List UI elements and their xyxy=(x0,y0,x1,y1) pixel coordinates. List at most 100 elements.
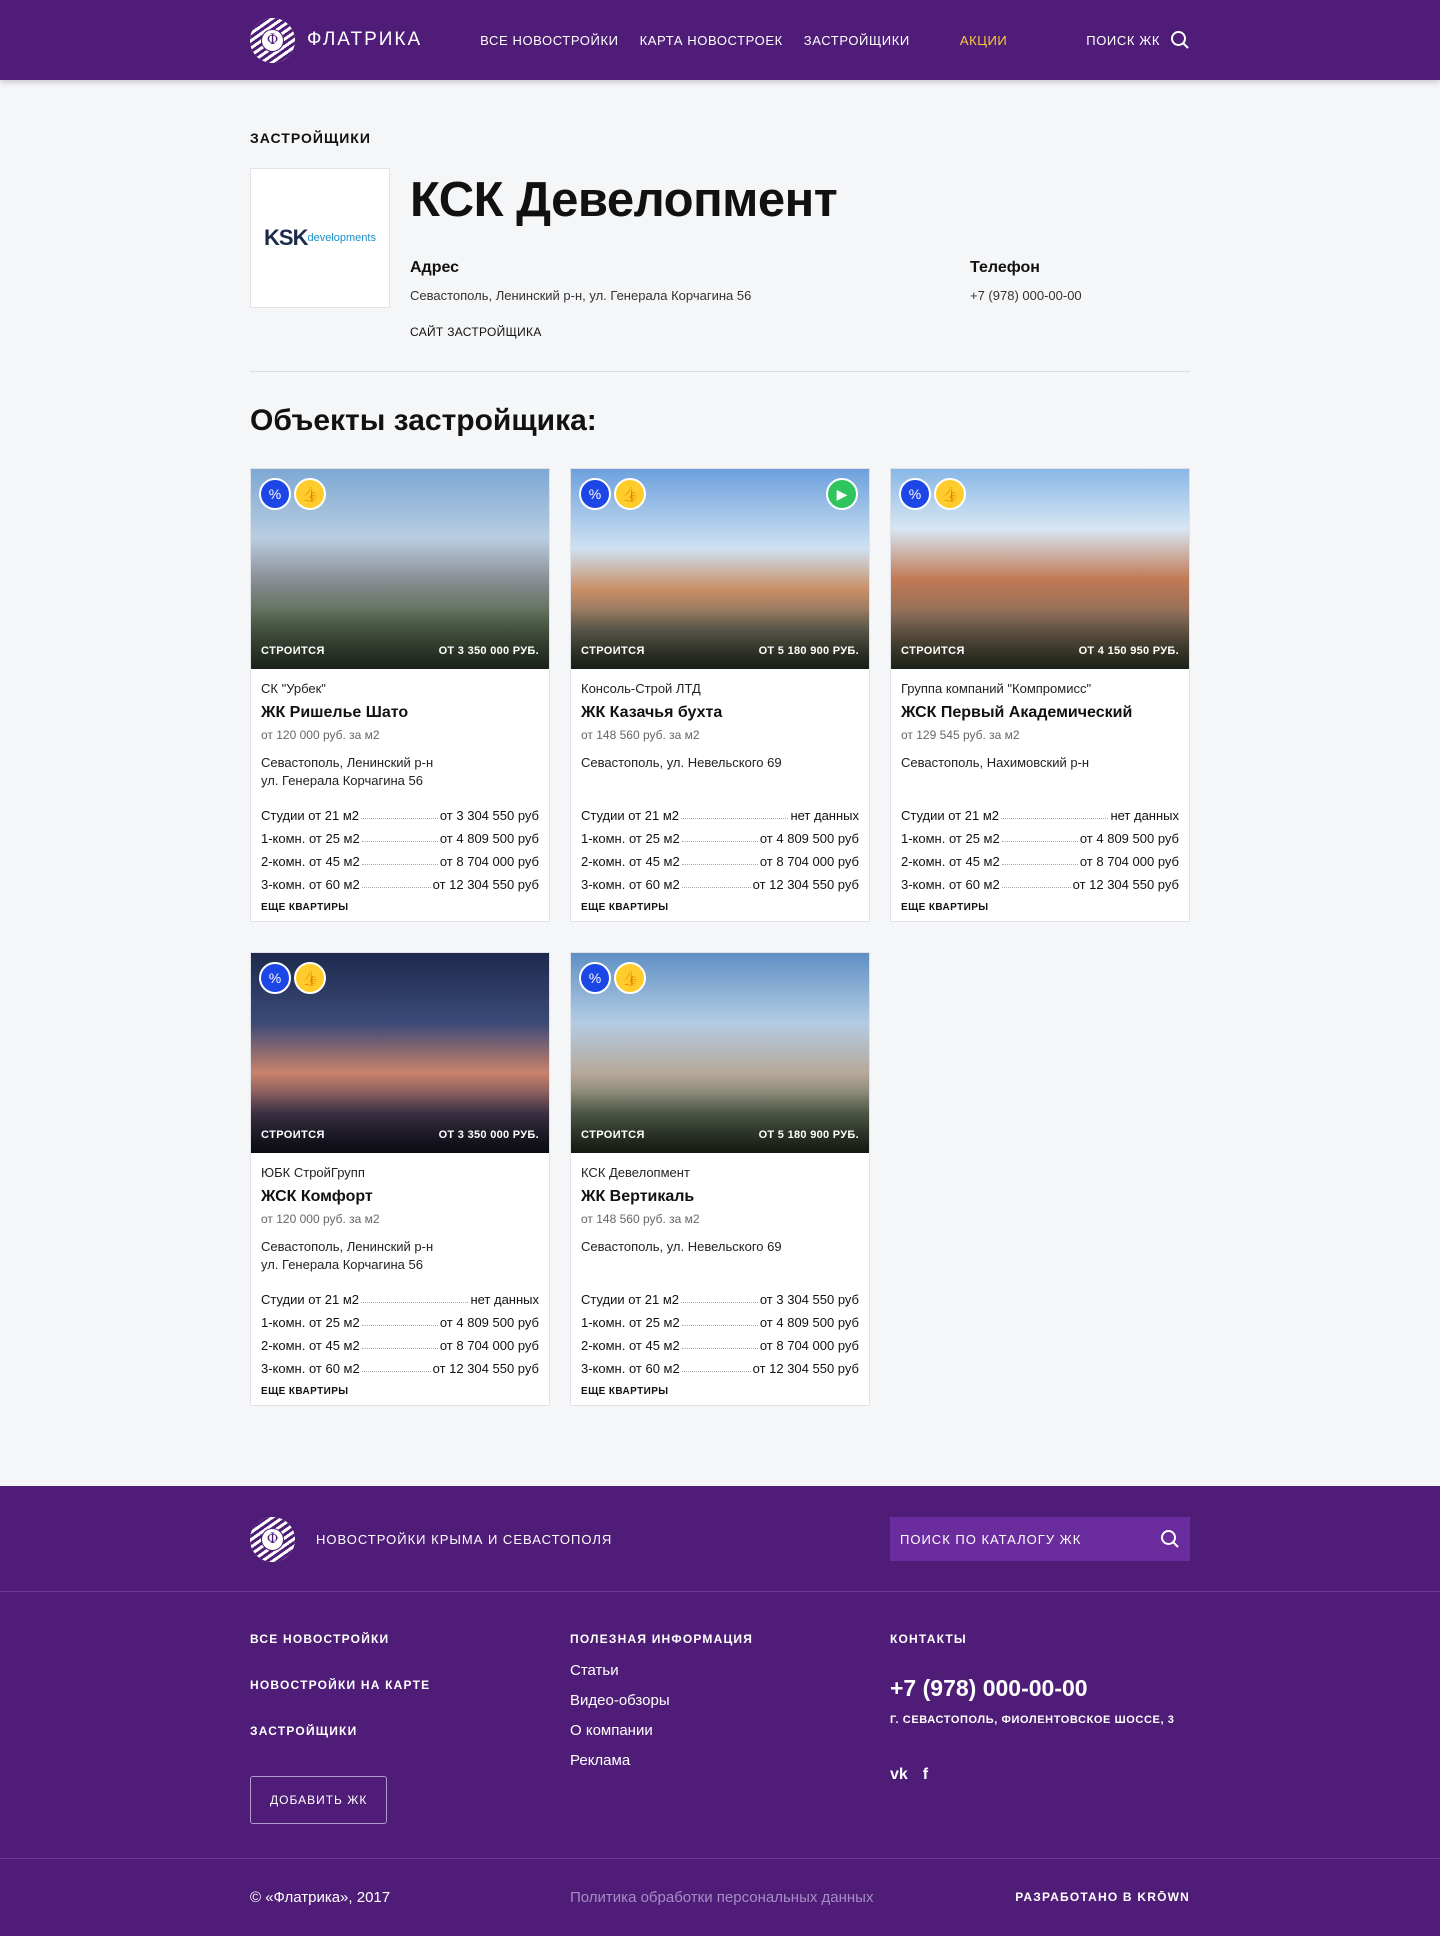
price-row: Студии от 21 м2 нет данных xyxy=(901,800,1179,823)
nav-developers[interactable]: ЗАСТРОЙЩИКИ xyxy=(804,33,910,48)
logo-text: ФЛАТРИКА xyxy=(307,29,423,50)
dotted-leader xyxy=(361,1325,438,1326)
object-card[interactable]: % 👍 СТРОИТСЯ ОТ 3 350 000 РУБ. СК "Урбек… xyxy=(250,468,550,922)
footer-link-articles[interactable]: Статьи xyxy=(570,1662,890,1679)
footer-link-all-buildings[interactable]: ВСЕ НОВОСТРОЙКИ xyxy=(250,1632,570,1646)
object-name[interactable]: ЖСК Комфорт xyxy=(261,1188,539,1206)
search-icon[interactable] xyxy=(1160,1529,1180,1549)
object-address: Севастополь, Нахимовский р-н xyxy=(901,755,1090,770)
apartment-type: 3-комн. от 60 м2 xyxy=(581,877,680,892)
object-developer: СК "Урбек" xyxy=(261,681,326,696)
price-row: 2-комн. от 45 м2 от 8 704 000 руб xyxy=(261,1330,539,1353)
object-photo[interactable]: % 👍 СТРОИТСЯ ОТ 5 180 900 РУБ. xyxy=(571,953,869,1153)
thumbs-up-icon[interactable]: 👍 xyxy=(294,962,326,994)
price-row: Студии от 21 м2 нет данных xyxy=(581,800,859,823)
object-name[interactable]: ЖК Казачья бухта xyxy=(581,704,859,722)
footer-link-about[interactable]: О компании xyxy=(570,1722,890,1739)
apartment-type: 1-комн. от 25 м2 xyxy=(261,831,360,846)
breadcrumb[interactable]: ЗАСТРОЙЩИКИ xyxy=(250,130,1190,146)
apartment-price: от 8 704 000 руб xyxy=(439,1338,539,1353)
object-photo[interactable]: % 👍 СТРОИТСЯ ОТ 3 350 000 РУБ. xyxy=(251,469,549,669)
object-photo[interactable]: % 👍 СТРОИТСЯ ОТ 3 350 000 РУБ. xyxy=(251,953,549,1153)
construction-status: СТРОИТСЯ xyxy=(901,645,965,657)
more-apartments-link[interactable]: ЕЩЕ КВАРТИРЫ xyxy=(261,902,539,913)
object-card[interactable]: % 👍 СТРОИТСЯ ОТ 3 350 000 РУБ. ЮБК Строй… xyxy=(250,952,550,1406)
developed-by-link[interactable]: РАЗРАБОТАНО В KRŌWN xyxy=(1015,1890,1190,1904)
footer-link-map[interactable]: НОВОСТРОЙКИ НА КАРТЕ xyxy=(250,1678,570,1692)
dotted-leader xyxy=(361,887,431,888)
discount-percent-icon[interactable]: % xyxy=(259,478,291,510)
price-row: 3-комн. от 60 м2 от 12 304 550 руб xyxy=(261,869,539,892)
apartment-type: 2-комн. от 45 м2 xyxy=(261,854,360,869)
object-card[interactable]: % 👍 ▶ СТРОИТСЯ ОТ 5 180 900 РУБ. Консоль… xyxy=(570,468,870,922)
object-developer: КСК Девелопмент xyxy=(581,1165,690,1180)
footer-link-videos[interactable]: Видео-обзоры xyxy=(570,1692,890,1709)
price-row: 1-комн. от 25 м2 от 4 809 500 руб xyxy=(901,823,1179,846)
footer: Ф НОВОСТРОЙКИ КРЫМА И СЕВАСТОПОЛЯ ПОИСК … xyxy=(0,1486,1440,1936)
more-apartments-link[interactable]: ЕЩЕ КВАРТИРЫ xyxy=(901,902,1179,913)
dotted-leader xyxy=(681,887,751,888)
object-name[interactable]: ЖК Вертикаль xyxy=(581,1188,859,1206)
nav-all-buildings[interactable]: ВСЕ НОВОСТРОЙКИ xyxy=(480,33,618,48)
construction-status: СТРОИТСЯ xyxy=(581,1129,645,1141)
footer-search-input[interactable]: ПОИСК ПО КАТАЛОГУ ЖК xyxy=(890,1517,1190,1561)
object-address: Севастополь, ул. Невельского 69 xyxy=(581,1239,782,1254)
object-card[interactable]: % 👍 СТРОИТСЯ ОТ 5 180 900 РУБ. КСК Девел… xyxy=(570,952,870,1406)
price-row: 1-комн. от 25 м2 от 4 809 500 руб xyxy=(581,1307,859,1330)
apartment-price: от 3 304 550 руб xyxy=(759,1292,859,1307)
object-name[interactable]: ЖК Ришелье Шато xyxy=(261,704,539,722)
apartment-type: 3-комн. от 60 м2 xyxy=(261,1361,360,1376)
footer-link-ads[interactable]: Реклама xyxy=(570,1752,890,1769)
thumbs-up-icon[interactable]: 👍 xyxy=(934,478,966,510)
apartment-type: 1-комн. от 25 м2 xyxy=(261,1315,360,1330)
privacy-policy-link[interactable]: Политика обработки персональных данных xyxy=(570,1889,873,1906)
thumbs-up-icon[interactable]: 👍 xyxy=(614,962,646,994)
site-logo[interactable]: Ф ФЛАТРИКА xyxy=(250,17,423,63)
discount-percent-icon[interactable]: % xyxy=(899,478,931,510)
discount-percent-icon[interactable]: % xyxy=(579,962,611,994)
footer-address: Г. СЕВАСТОПОЛЬ, ФИОЛЕНТОВСКОЕ ШОССЕ, 3 xyxy=(890,1714,1175,1726)
vk-icon[interactable]: vk xyxy=(890,1766,908,1784)
nav-map[interactable]: КАРТА НОВОСТРОЕК xyxy=(640,33,783,48)
footer-logo-icon[interactable]: Ф xyxy=(250,1516,295,1562)
add-complex-button[interactable]: ДОБАВИТЬ ЖК xyxy=(250,1776,388,1824)
discount-percent-icon[interactable]: % xyxy=(259,962,291,994)
object-name[interactable]: ЖСК Первый Академический xyxy=(901,704,1179,722)
more-apartments-link[interactable]: ЕЩЕ КВАРТИРЫ xyxy=(581,1386,859,1397)
price-row: 2-комн. от 45 м2 от 8 704 000 руб xyxy=(581,1330,859,1353)
min-price: ОТ 5 180 900 РУБ. xyxy=(758,1129,859,1141)
thumbs-up-icon[interactable]: 👍 xyxy=(614,478,646,510)
page-title: КСК Девелопмент xyxy=(410,173,838,227)
discount-percent-icon[interactable]: % xyxy=(579,478,611,510)
header-search-button[interactable]: ПОИСК ЖК xyxy=(1086,30,1190,50)
nav-promotions[interactable]: АКЦИИ xyxy=(960,33,1008,48)
object-photo[interactable]: % 👍 СТРОИТСЯ ОТ 4 150 950 РУБ. xyxy=(891,469,1189,669)
more-apartments-link[interactable]: ЕЩЕ КВАРТИРЫ xyxy=(261,1386,539,1397)
apartment-price: нет данных xyxy=(1110,808,1179,823)
thumbs-up-icon[interactable]: 👍 xyxy=(294,478,326,510)
objects-title: Объекты застройщика: xyxy=(250,404,597,437)
developer-header: KSK developments КСК Девелопмент Адрес Се… xyxy=(250,168,1190,372)
min-price: ОТ 3 350 000 РУБ. xyxy=(438,1129,539,1141)
dotted-leader xyxy=(1001,887,1071,888)
footer-search-placeholder: ПОИСК ПО КАТАЛОГУ ЖК xyxy=(900,1531,1082,1547)
video-camera-icon[interactable]: ▶ xyxy=(826,478,858,510)
footer-phone[interactable]: +7 (978) 000-00-00 xyxy=(890,1675,1190,1702)
construction-status: СТРОИТСЯ xyxy=(261,1129,325,1141)
apartment-type: 3-комн. от 60 м2 xyxy=(261,877,360,892)
apartment-price: от 4 809 500 руб xyxy=(439,1315,539,1330)
more-apartments-link[interactable]: ЕЩЕ КВАРТИРЫ xyxy=(581,902,859,913)
object-card[interactable]: % 👍 СТРОИТСЯ ОТ 4 150 950 РУБ. Группа ко… xyxy=(890,468,1190,922)
footer-link-developers[interactable]: ЗАСТРОЙЩИКИ xyxy=(250,1724,570,1738)
object-photo[interactable]: % 👍 ▶ СТРОИТСЯ ОТ 5 180 900 РУБ. xyxy=(571,469,869,669)
facebook-icon[interactable]: f xyxy=(923,1766,928,1784)
price-per-sqm: от 120 000 руб. за м2 xyxy=(261,728,380,742)
min-price: ОТ 3 350 000 РУБ. xyxy=(438,645,539,657)
dotted-leader xyxy=(1001,841,1078,842)
apartment-type: 1-комн. от 25 м2 xyxy=(581,831,680,846)
price-row: Студии от 21 м2 от 3 304 550 руб xyxy=(581,1284,859,1307)
price-row: Студии от 21 м2 нет данных xyxy=(261,1284,539,1307)
developer-site-link[interactable]: САЙТ ЗАСТРОЙЩИКА xyxy=(410,325,542,339)
apartment-price: от 4 809 500 руб xyxy=(1079,831,1179,846)
dotted-leader xyxy=(681,1371,751,1372)
